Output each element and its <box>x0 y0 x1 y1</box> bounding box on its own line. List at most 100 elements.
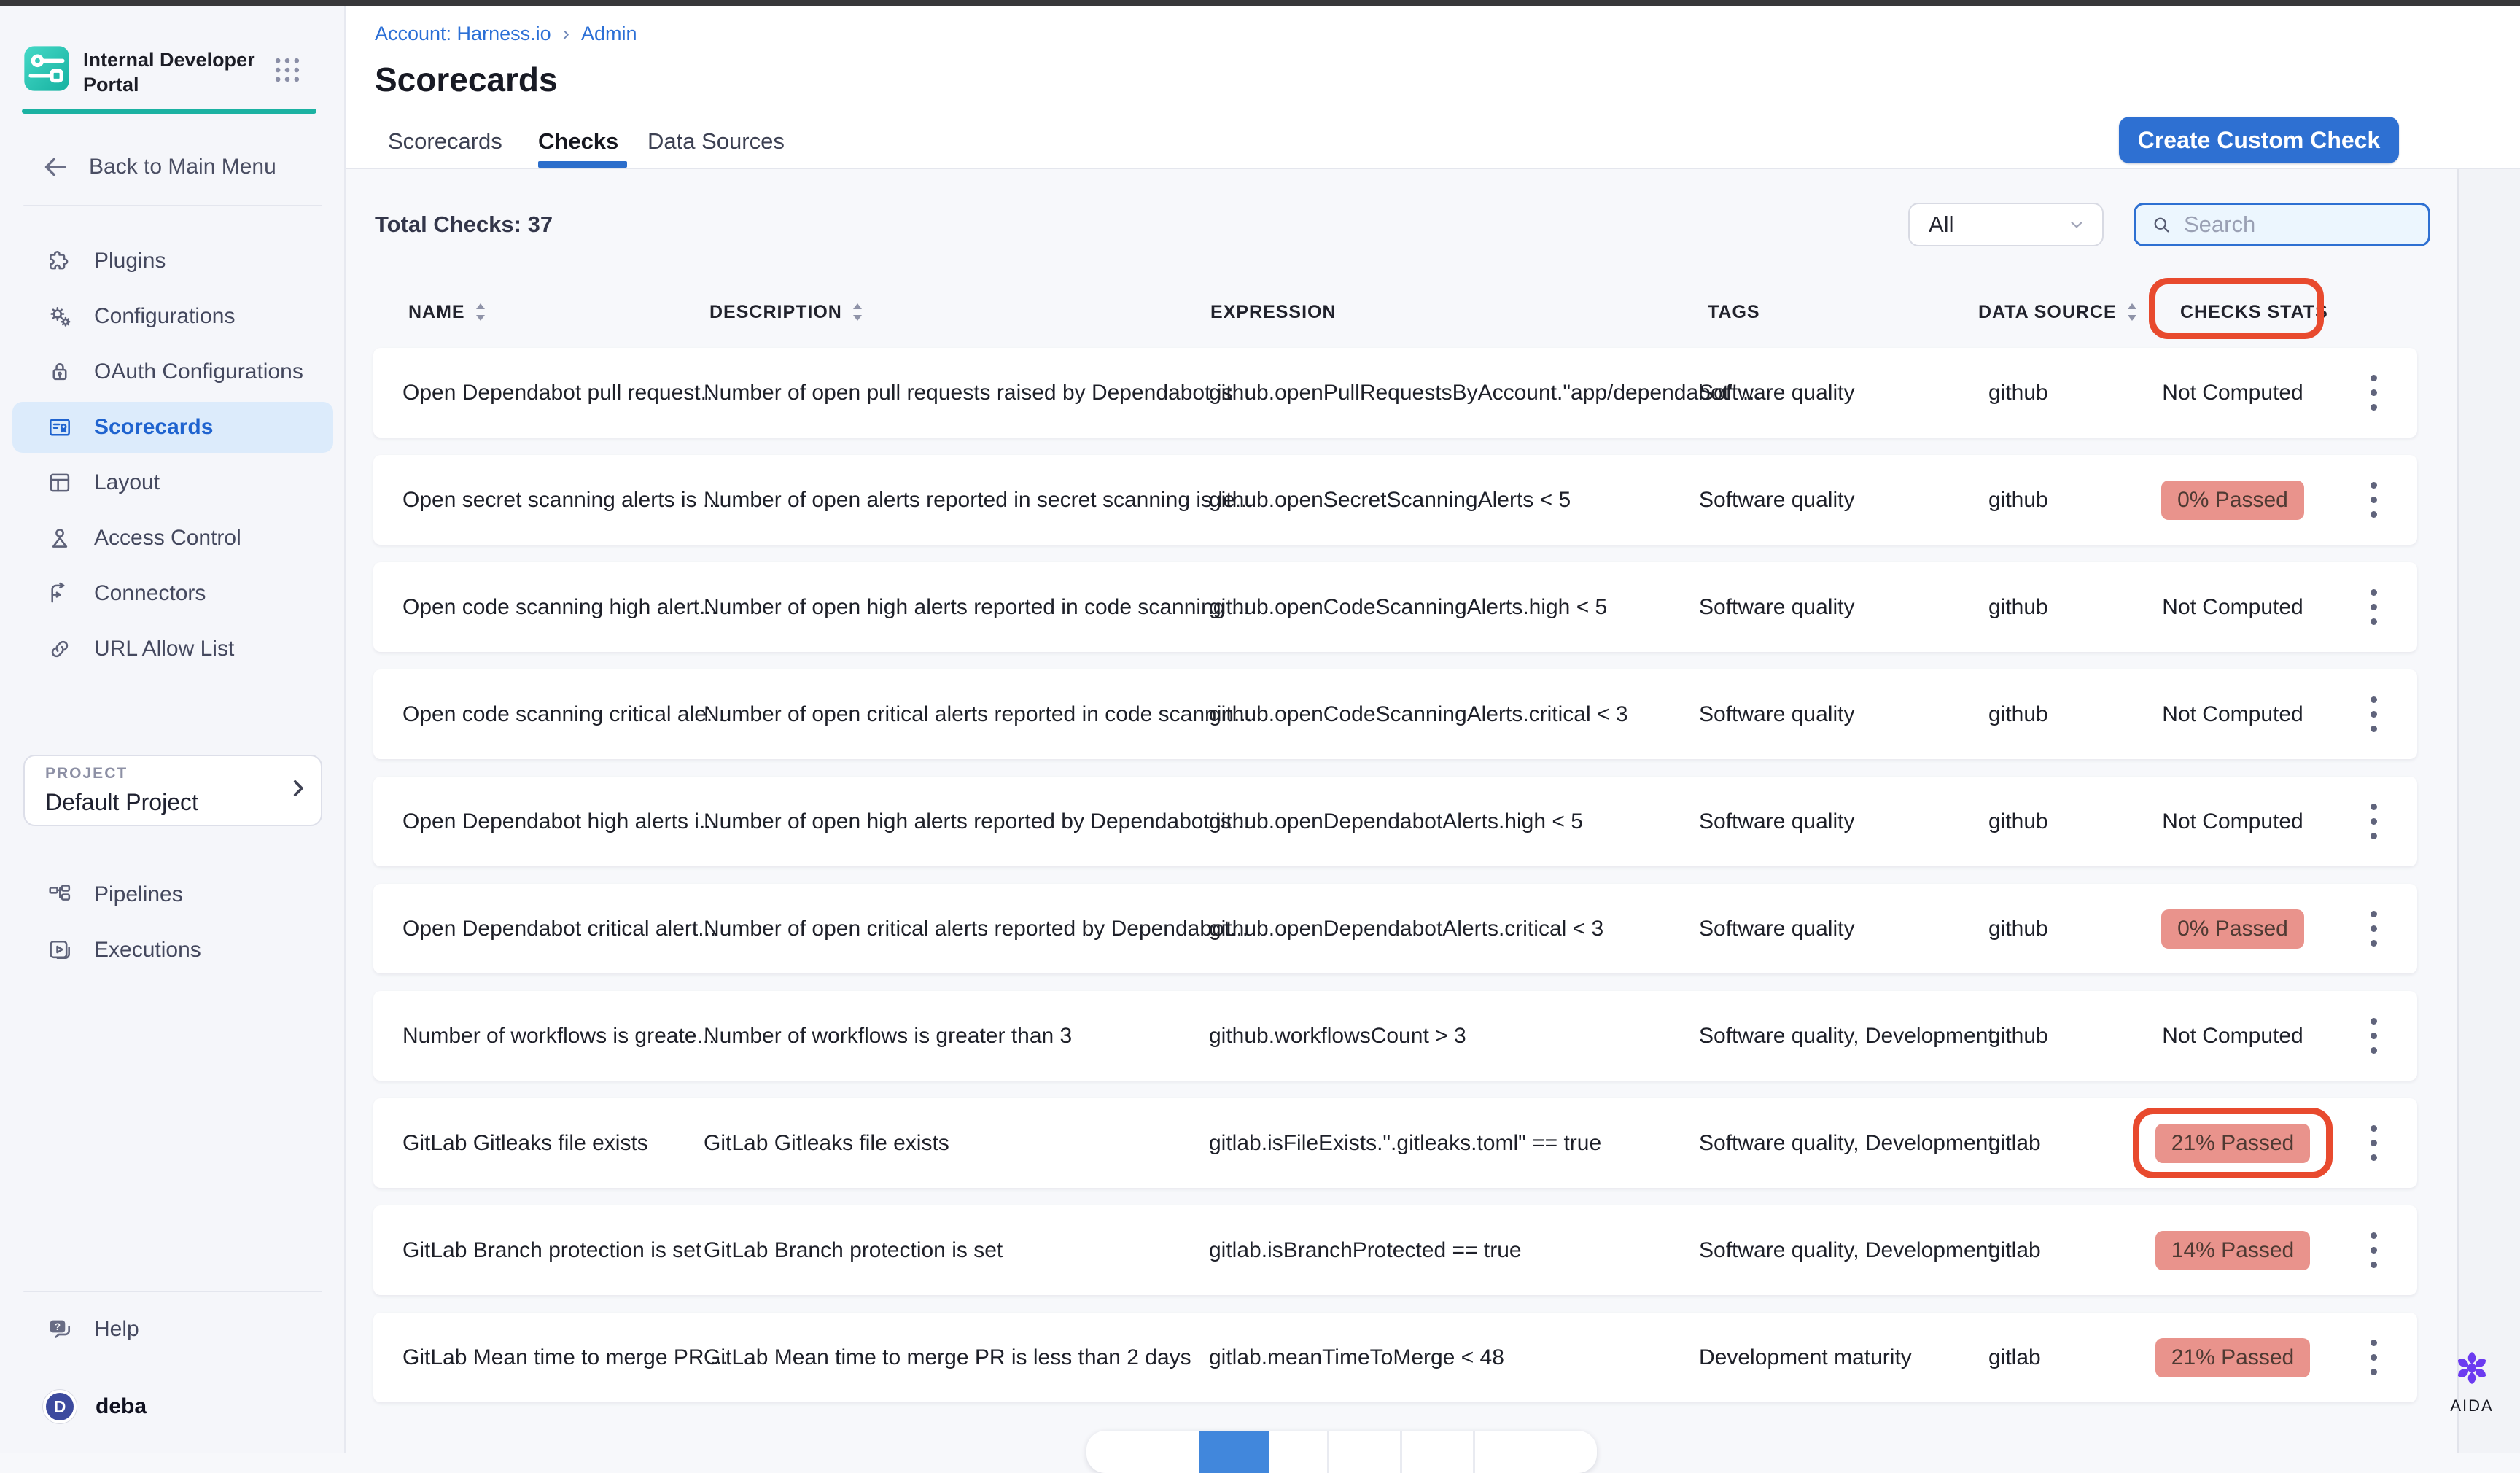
sidebar-item-access-control[interactable]: Access Control <box>12 513 333 564</box>
check-description: Number of open alerts reported in secret… <box>704 455 1253 545</box>
sidebar-item-oauth-configurations[interactable]: OAuth Configurations <box>12 346 333 397</box>
chevron-down-icon <box>2067 215 2086 234</box>
search-placeholder: Search <box>2184 211 2255 238</box>
check-stats: Not Computed <box>2134 991 2331 1081</box>
check-description: GitLab Mean time to merge PR is less tha… <box>704 1313 1191 1402</box>
sidebar-item-url-allow-list[interactable]: URL Allow List <box>12 623 333 675</box>
project-label: PROJECT <box>45 765 128 782</box>
check-name: Number of workflows is greate... <box>402 991 715 1081</box>
sort-icon[interactable] <box>849 301 866 323</box>
kebab-menu-icon[interactable] <box>2359 1098 2388 1188</box>
check-tags: Software quality <box>1699 777 1854 866</box>
table-row: Open Dependabot critical alert... Number… <box>373 884 2417 973</box>
branch-icon <box>46 580 74 607</box>
link-icon <box>46 635 74 663</box>
table-row: Open code scanning critical ale... Numbe… <box>373 669 2417 759</box>
check-tags: Software quality <box>1699 348 1854 438</box>
table-row: Number of workflows is greate... Number … <box>373 991 2417 1081</box>
filter-dropdown[interactable]: All <box>1908 203 2104 246</box>
breadcrumb-admin-link[interactable]: Admin <box>581 23 637 45</box>
lock-icon <box>46 358 74 386</box>
check-data-source: github <box>1988 348 2048 438</box>
tab-scorecards[interactable]: Scorecards <box>388 128 502 155</box>
help-chat-icon: ? <box>46 1315 74 1343</box>
column-header-data-source[interactable]: DATA SOURCE <box>1978 296 2140 328</box>
sort-icon[interactable] <box>472 301 489 323</box>
puzzle-icon <box>46 247 74 275</box>
search-icon <box>2150 214 2172 236</box>
pagination-active-page[interactable] <box>1199 1431 1269 1473</box>
divider <box>23 205 322 206</box>
check-name: GitLab Gitleaks file exists <box>402 1098 648 1188</box>
kebab-menu-icon[interactable] <box>2359 884 2388 973</box>
kebab-menu-icon[interactable] <box>2359 991 2388 1081</box>
check-name: GitLab Mean time to merge PR ... <box>402 1313 728 1402</box>
aida-label: AIDA <box>2444 1396 2500 1415</box>
avatar: D <box>43 1390 77 1423</box>
window-top-strip <box>0 0 2520 6</box>
kebab-menu-icon[interactable] <box>2359 562 2388 652</box>
sidebar-item-executions[interactable]: Executions <box>12 925 333 976</box>
kebab-menu-icon[interactable] <box>2359 455 2388 545</box>
check-expression: github.openSecretScanningAlerts < 5 <box>1209 455 1571 545</box>
module-grid-icon[interactable] <box>271 54 303 86</box>
check-description: Number of workflows is greater than 3 <box>704 991 1072 1081</box>
kebab-menu-icon[interactable] <box>2359 1313 2388 1402</box>
user-name: deba <box>96 1394 147 1419</box>
check-name: GitLab Branch protection is set <box>402 1205 701 1295</box>
sidebar-item-scorecards[interactable]: Scorecards <box>12 402 333 453</box>
sidebar-item-configurations[interactable]: Configurations <box>12 291 333 342</box>
column-header-tags: TAGS <box>1708 296 1760 328</box>
check-data-source: github <box>1988 455 2048 545</box>
stats-badge: 21% Passed <box>2155 1338 2310 1377</box>
filter-value: All <box>1929 211 1953 238</box>
check-stats: 0% Passed <box>2134 455 2331 545</box>
active-tab-underline <box>538 161 627 168</box>
sidebar-item-connectors[interactable]: Connectors <box>12 568 333 619</box>
check-expression: github.openCodeScanningAlerts.critical <… <box>1209 669 1628 759</box>
check-tags: Development maturity <box>1699 1313 1912 1402</box>
pipeline-icon <box>46 881 74 909</box>
check-expression: github.openDependabotAlerts.high < 5 <box>1209 777 1583 866</box>
kebab-menu-icon[interactable] <box>2359 348 2388 438</box>
help-label: Help <box>94 1317 139 1342</box>
sidebar-item-layout[interactable]: Layout <box>12 457 333 508</box>
sidebar-item-help[interactable]: ? Help <box>12 1304 333 1355</box>
back-to-main-menu[interactable]: Back to Main Menu <box>41 146 276 188</box>
sidebar-item-pipelines[interactable]: Pipelines <box>12 869 333 920</box>
check-stats: 21% Passed <box>2134 1313 2331 1402</box>
check-stats: 21% Passed <box>2134 1098 2331 1188</box>
check-description: Number of open critical alerts reported … <box>704 669 1252 759</box>
check-stats: 0% Passed <box>2134 884 2331 973</box>
kebab-menu-icon[interactable] <box>2359 1205 2388 1295</box>
create-custom-check-button[interactable]: Create Custom Check <box>2119 117 2399 163</box>
column-header-name[interactable]: NAME <box>408 296 489 328</box>
user-menu[interactable]: D deba <box>12 1381 364 1432</box>
check-data-source: github <box>1988 669 2048 759</box>
brand-underline <box>22 109 316 114</box>
search-input[interactable]: Search <box>2134 203 2430 246</box>
breadcrumb-account-link[interactable]: Account: Harness.io <box>375 23 551 45</box>
check-tags: Software quality, Development... <box>1699 1098 2012 1188</box>
project-nav: Pipelines Executions <box>12 869 333 976</box>
check-name: Open code scanning high alert... <box>402 562 718 652</box>
play-icon <box>46 936 74 964</box>
kebab-menu-icon[interactable] <box>2359 669 2388 759</box>
column-header-description[interactable]: DESCRIPTION <box>709 296 866 328</box>
pagination[interactable] <box>1086 1431 1597 1473</box>
stats-badge: 21% Passed <box>2155 1124 2310 1163</box>
layout-icon <box>46 469 74 497</box>
table-row: GitLab Branch protection is set GitLab B… <box>373 1205 2417 1295</box>
check-name: Open Dependabot pull request... <box>402 348 719 438</box>
check-tags: Software quality <box>1699 455 1854 545</box>
tab-checks[interactable]: Checks <box>538 128 618 155</box>
divider <box>23 1291 322 1292</box>
sidebar-item-plugins[interactable]: Plugins <box>12 236 333 287</box>
kebab-menu-icon[interactable] <box>2359 777 2388 866</box>
check-stats: Not Computed <box>2134 777 2331 866</box>
sort-icon[interactable] <box>2124 301 2140 323</box>
check-data-source: gitlab <box>1988 1205 2041 1295</box>
aida-assistant[interactable]: AIDA <box>2444 1348 2500 1415</box>
tab-data-sources[interactable]: Data Sources <box>648 128 785 155</box>
check-tags: Software quality, Development... <box>1699 1205 2012 1295</box>
